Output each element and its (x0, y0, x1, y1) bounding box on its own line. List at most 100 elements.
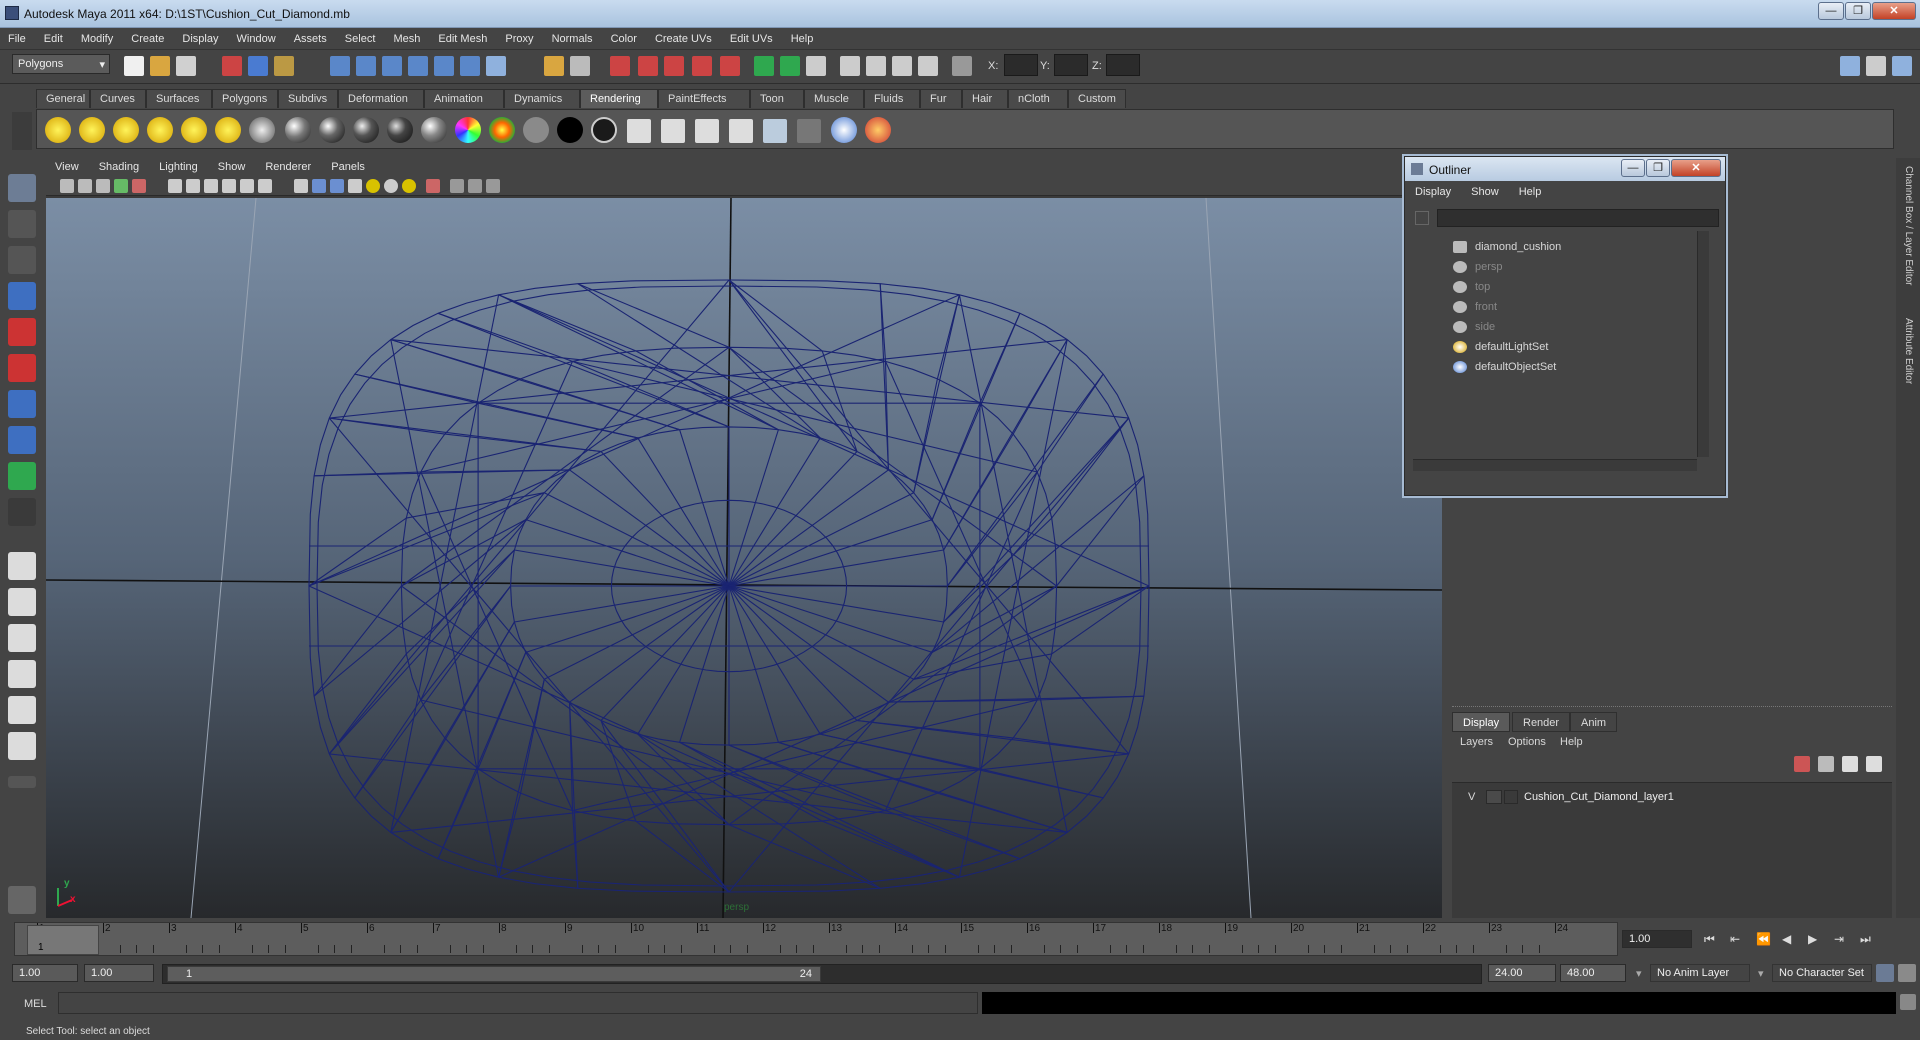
minimize-button[interactable]: — (1818, 2, 1844, 20)
ipr-render-shelf-icon[interactable] (661, 119, 685, 143)
outliner-filter-field[interactable] (1437, 209, 1719, 227)
render-frame-icon[interactable] (610, 56, 630, 76)
help-icon[interactable] (486, 56, 506, 76)
show-tool-settings-icon[interactable] (780, 56, 800, 76)
volume-light-icon[interactable] (215, 117, 241, 143)
use-background-icon[interactable] (557, 117, 583, 143)
layered-shader-icon[interactable] (455, 117, 481, 143)
outliner-minimize-button[interactable]: — (1621, 159, 1645, 177)
outliner-menu-display[interactable]: Display (1405, 183, 1458, 198)
use-default-light-icon[interactable] (366, 179, 380, 193)
shelf-tab-subdivs[interactable]: Subdivs (278, 89, 338, 108)
wireframe-icon[interactable] (294, 179, 308, 193)
step-back-key-icon[interactable]: ⇤ (1730, 932, 1740, 946)
menu-edit-mesh[interactable]: Edit Mesh (430, 28, 494, 45)
play-backward-icon[interactable]: ◀ (1782, 932, 1791, 946)
history-icon[interactable] (460, 56, 480, 76)
select-camera-icon[interactable] (60, 179, 74, 193)
render-current-frame-icon[interactable] (627, 119, 651, 143)
safe-action-icon[interactable] (258, 179, 272, 193)
viewport-menu-panels[interactable]: Panels (322, 158, 373, 173)
shelf-tab-toon[interactable]: Toon (750, 89, 804, 108)
outliner-title-bar[interactable]: Outliner — ❐ ✕ (1405, 157, 1725, 181)
outliner-item-diamond-cushion[interactable]: diamond_cushion (1475, 241, 1561, 253)
soft-modification-icon[interactable] (8, 426, 36, 454)
outliner-item-persp[interactable]: persp (1475, 261, 1503, 273)
more-layouts-icon[interactable] (8, 776, 36, 788)
outliner-item-top[interactable]: top (1475, 281, 1490, 293)
select-component-icon[interactable] (274, 56, 294, 76)
shading-map-icon[interactable] (591, 117, 617, 143)
area-light-icon[interactable] (181, 117, 207, 143)
outliner-item-default-light-set[interactable]: defaultLightSet (1475, 341, 1548, 353)
phong-icon[interactable] (353, 117, 379, 143)
viewport-menu-lighting[interactable]: Lighting (150, 158, 206, 173)
make-live-icon[interactable] (434, 56, 454, 76)
camera-icon[interactable] (249, 117, 275, 143)
layer-tab-anim[interactable]: Anim (1570, 712, 1618, 732)
show-attribute-editor-icon[interactable] (754, 56, 774, 76)
menu-window[interactable]: Window (229, 28, 283, 45)
x-field[interactable] (1004, 54, 1038, 76)
time-slider[interactable]: 123456789101112131415161718192021222324 … (14, 922, 1618, 956)
scene-panel-icon-3[interactable] (892, 56, 912, 76)
anisotropic-icon[interactable] (421, 117, 447, 143)
absolute-transform-icon[interactable] (952, 56, 972, 76)
save-scene-icon[interactable] (176, 56, 196, 76)
outliner-horizontal-scrollbar[interactable] (1413, 459, 1697, 471)
layer-row[interactable]: V Cushion_Cut_Diamond_layer1 (1458, 789, 1878, 807)
grid-icon[interactable] (168, 179, 182, 193)
menu-proxy[interactable]: Proxy (497, 28, 540, 45)
menu-select[interactable]: Select (337, 28, 383, 45)
shelf-tab-curves[interactable]: Curves (90, 89, 146, 108)
menu-help[interactable]: Help (783, 28, 821, 45)
layer-type-toggle[interactable] (1486, 790, 1502, 804)
outliner-item-default-object-set[interactable]: defaultObjectSet (1475, 361, 1556, 373)
shelf-tab-animation[interactable]: Animation (424, 89, 504, 108)
shelf-tab-fluids[interactable]: Fluids (864, 89, 920, 108)
render-view-icon[interactable] (720, 56, 740, 76)
pane-divider[interactable] (1452, 706, 1892, 710)
film-gate-icon[interactable] (186, 179, 200, 193)
shelf-tab-fur[interactable]: Fur (920, 89, 962, 108)
menu-color[interactable]: Color (603, 28, 644, 45)
last-tool-icon[interactable] (8, 498, 36, 526)
viewport-menu-show[interactable]: Show (209, 158, 254, 173)
xray-joints-icon[interactable] (468, 179, 482, 193)
snap-curve-icon[interactable] (356, 56, 376, 76)
hud-icon[interactable] (486, 179, 500, 193)
paint-select-tool-icon[interactable] (8, 246, 36, 274)
outliner-item-side[interactable]: side (1475, 321, 1495, 333)
field-chart-icon[interactable] (240, 179, 254, 193)
shelf-tab-custom[interactable]: Custom (1068, 89, 1126, 108)
step-forward-key-icon[interactable]: ⇥ (1834, 932, 1844, 946)
open-scene-icon[interactable] (150, 56, 170, 76)
shelf-tab-rendering[interactable]: Rendering (580, 89, 658, 108)
ipr-render-icon[interactable] (638, 56, 658, 76)
two-d-pan-zoom-icon[interactable] (132, 179, 146, 193)
shelf-tab-muscle[interactable]: Muscle (804, 89, 864, 108)
range-slider-track[interactable]: 1 24 (162, 964, 1482, 984)
current-frame-marker[interactable]: 1 (27, 925, 99, 955)
command-language-label[interactable]: MEL (24, 998, 47, 1010)
textured-icon[interactable] (348, 179, 362, 193)
step-back-frame-icon[interactable]: ⏪ (1756, 932, 1771, 946)
move-tool-icon[interactable] (8, 282, 36, 310)
side-tab-attribute-editor[interactable]: Attribute Editor (1903, 318, 1914, 384)
layer-tab-render[interactable]: Render (1512, 712, 1571, 732)
select-tool-icon[interactable] (8, 174, 36, 202)
outliner-close-button[interactable]: ✕ (1671, 159, 1721, 177)
toggle-attribute-editor-icon[interactable] (1892, 56, 1912, 76)
shadows-icon[interactable] (402, 179, 416, 193)
shelf-options-icon[interactable] (12, 112, 32, 150)
menu-display[interactable]: Display (174, 28, 225, 45)
layer-menu-layers[interactable]: Layers (1460, 736, 1493, 748)
outliner-maximize-button[interactable]: ❐ (1646, 159, 1670, 177)
hypershade-icon[interactable] (692, 56, 712, 76)
snap-point-icon[interactable] (382, 56, 402, 76)
menu-normals[interactable]: Normals (544, 28, 600, 45)
render-globals-icon[interactable] (729, 119, 753, 143)
blinn-icon[interactable] (319, 117, 345, 143)
new-layer-selected-icon[interactable] (1818, 756, 1834, 772)
single-perspective-layout-icon[interactable] (8, 552, 36, 580)
